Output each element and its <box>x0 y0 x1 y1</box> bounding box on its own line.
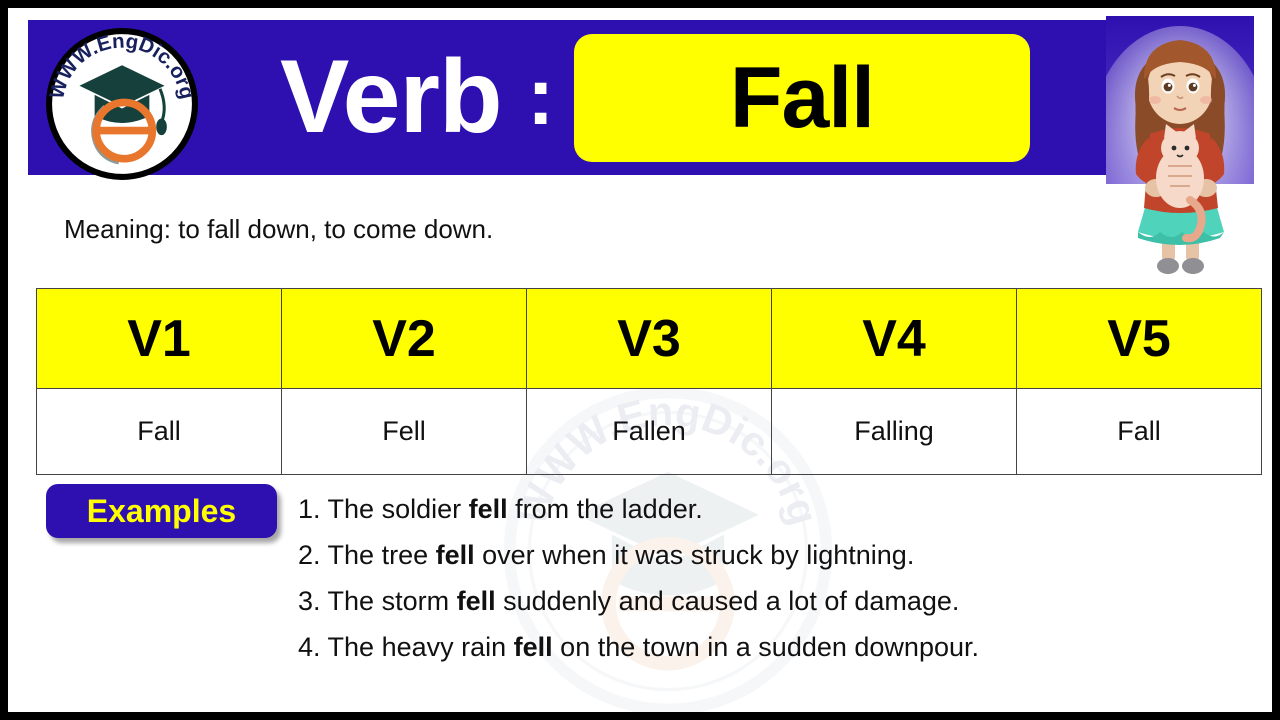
example-text-before: The soldier <box>320 494 469 524</box>
verb-colon: : <box>527 51 555 142</box>
example-highlight-word: fell <box>468 494 508 524</box>
verb-name-text: Fall <box>729 50 875 146</box>
example-text-after: suddenly and caused a lot of damage. <box>495 586 960 616</box>
table-cell-v4: Falling <box>771 388 1017 475</box>
example-number: 2. <box>298 540 321 570</box>
meaning-text: Meaning: to fall down, to come down. <box>64 214 494 244</box>
example-number: 4. <box>298 632 321 662</box>
example-text-after: from the ladder. <box>507 494 703 524</box>
examples-badge-label: Examples <box>86 492 237 529</box>
example-highlight-word: fell <box>513 632 553 662</box>
girl-holding-cat-illustration <box>1106 16 1266 288</box>
example-number: 3. <box>298 586 321 616</box>
infographic-card: WWW.EngDic.org WWW.EngDic.org Verb : Fal <box>0 0 1280 720</box>
example-text-before: The heavy rain <box>320 632 514 662</box>
verb-label: Verb <box>280 38 502 155</box>
examples-list: 1. The soldier fell from the ladder. 2. T… <box>298 486 1238 670</box>
example-text-before: The tree <box>320 540 436 570</box>
engdic-logo-icon: WWW.EngDic.org <box>46 28 198 180</box>
example-text-after: on the town in a sudden downpour. <box>552 632 979 662</box>
table-cell-v5: Fall <box>1016 388 1262 475</box>
example-item: 1. The soldier fell from the ladder. <box>298 486 1238 532</box>
example-highlight-word: fell <box>435 540 475 570</box>
table-cell-v2: Fell <box>281 388 527 475</box>
example-highlight-word: fell <box>456 586 496 616</box>
table-header-v4: V4 <box>771 288 1017 389</box>
table-cell-v3: Fallen <box>526 388 772 475</box>
table-header-v1: V1 <box>36 288 282 389</box>
infographic-inner: WWW.EngDic.org WWW.EngDic.org Verb : Fal <box>8 8 1272 712</box>
table-cell-v1: Fall <box>36 388 282 475</box>
verb-name-badge: Fall <box>574 34 1030 162</box>
example-item: 3. The storm fell suddenly and caused a … <box>298 578 1238 624</box>
table-header-v5: V5 <box>1016 288 1262 389</box>
example-text-after: over when it was struck by lightning. <box>474 540 915 570</box>
example-item: 4. The heavy rain fell on the town in a … <box>298 624 1238 670</box>
table-header-v3: V3 <box>526 288 772 389</box>
table-row: Fall Fell Fallen Falling Fall <box>36 388 1262 475</box>
examples-badge: Examples <box>46 484 277 538</box>
verb-forms-table: V1 V2 V3 V4 V5 Fall Fell Fallen Falling … <box>36 288 1262 475</box>
table-header-v2: V2 <box>281 288 527 389</box>
example-item: 2. The tree fell over when it was struck… <box>298 532 1238 578</box>
table-header-row: V1 V2 V3 V4 V5 <box>36 288 1262 389</box>
example-text-before: The storm <box>320 586 457 616</box>
example-number: 1. <box>298 494 321 524</box>
